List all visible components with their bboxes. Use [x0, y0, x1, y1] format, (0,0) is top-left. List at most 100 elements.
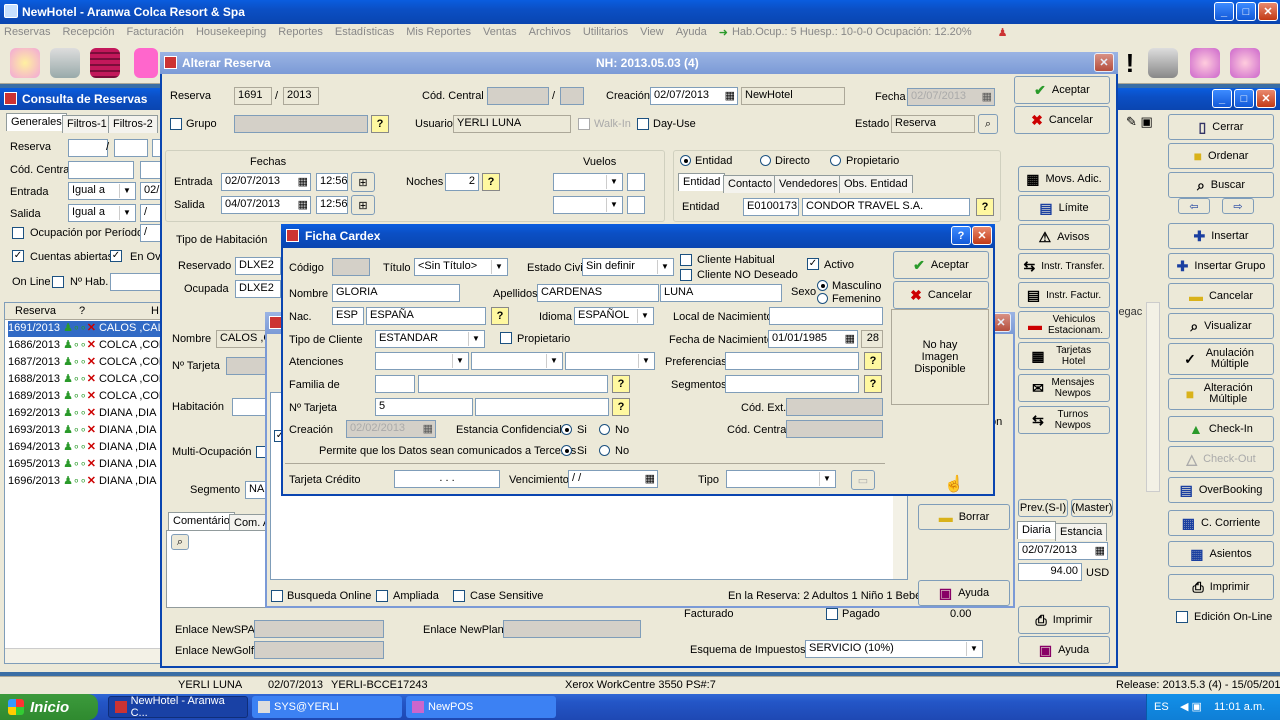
- salida-date[interactable]: 04/07/2013 ▦: [221, 196, 311, 214]
- asientos-button[interactable]: ▦ Asientos: [1168, 541, 1274, 567]
- menu-housekeeping[interactable]: Housekeeping: [196, 26, 266, 40]
- vuelo-entrada-select[interactable]: ▼: [553, 173, 623, 191]
- diaria-value[interactable]: 94.00: [1018, 563, 1082, 581]
- menu-view[interactable]: View: [640, 26, 664, 40]
- ampliada-checkbox[interactable]: [376, 590, 388, 602]
- consulta-vscrollbar[interactable]: [1146, 302, 1160, 492]
- limite-button[interactable]: ▤ Límite: [1018, 195, 1110, 221]
- list-item[interactable]: 1694/2013 ♟∘∘✕ DIANA ,DIA: [8, 440, 160, 456]
- calendar-icon[interactable]: ▦: [1095, 544, 1105, 557]
- calendar-icon[interactable]: ▦: [845, 332, 855, 345]
- chevron-down-icon[interactable]: ▼: [638, 354, 653, 368]
- chevron-down-icon[interactable]: ▼: [452, 354, 467, 368]
- activo-checkbox[interactable]: ✓: [807, 258, 819, 270]
- calendar-icon[interactable]: ▦: [298, 198, 308, 211]
- cliente-no-deseado-checkbox[interactable]: [680, 269, 692, 281]
- chevron-down-icon[interactable]: ▼: [119, 184, 134, 198]
- creacion-date[interactable]: 02/07/2013 ▦: [650, 87, 738, 105]
- consulta-minimize-button[interactable]: _: [1212, 89, 1232, 108]
- ocupacion-checkbox[interactable]: [12, 227, 24, 239]
- overbooking-button[interactable]: ▤ OverBooking: [1168, 477, 1274, 503]
- c-corriente-button[interactable]: ▦ C. Corriente: [1168, 510, 1274, 536]
- tab-generales[interactable]: Generales: [6, 113, 67, 131]
- cancelar-reserva-button[interactable]: ▬ Cancelar: [1168, 283, 1274, 309]
- movs-adic-button[interactable]: ▦ Movs. Adic.: [1018, 166, 1110, 192]
- propietario-checkbox[interactable]: [500, 332, 512, 344]
- start-button[interactable]: Inicio: [0, 694, 98, 720]
- menu-reservas[interactable]: Reservas: [4, 26, 50, 40]
- vuelo-salida-select[interactable]: ▼: [553, 196, 623, 214]
- calendar-icon[interactable]: ▦: [645, 472, 655, 485]
- segmentos-input[interactable]: [725, 375, 859, 393]
- entrada-date[interactable]: 02/07/2013 ▦: [221, 173, 311, 191]
- close-button[interactable]: ✕: [1258, 2, 1278, 21]
- chevron-down-icon[interactable]: ▼: [606, 198, 621, 212]
- list-item[interactable]: 1686/2013 ♟∘∘✕ COLCA ,COL: [8, 338, 160, 354]
- salida-time[interactable]: 12:56: [316, 196, 348, 214]
- chevron-down-icon[interactable]: ▼: [491, 260, 506, 274]
- list-item[interactable]: 1688/2013 ♟∘∘✕ COLCA ,COL: [8, 372, 160, 388]
- col-reserva[interactable]: Reserva: [15, 305, 56, 317]
- entidad-help-icon[interactable]: ?: [976, 198, 994, 216]
- estancia-conf-si-radio[interactable]: [561, 424, 572, 435]
- femenino-radio[interactable]: [817, 293, 828, 304]
- person-pink-icon[interactable]: [1190, 48, 1220, 78]
- anulacion-multiple-button[interactable]: ✓ Anulación Múltiple: [1168, 343, 1274, 375]
- col-q[interactable]: ?: [79, 305, 85, 317]
- consulta-maximize-button[interactable]: □: [1234, 89, 1254, 108]
- calendar-icon[interactable]: ▦: [725, 89, 735, 102]
- next-arrow-button[interactable]: ⇨: [1222, 198, 1254, 214]
- ordenar-button[interactable]: ■ Ordenar: [1168, 143, 1274, 169]
- vencimiento-date[interactable]: / / ▦: [568, 470, 658, 488]
- grupo-help-icon[interactable]: ?: [371, 115, 389, 133]
- menu-utilitarios[interactable]: Utilitarios: [583, 26, 628, 40]
- insertar-button[interactable]: ✚ Insertar: [1168, 223, 1274, 249]
- menu-facturacion[interactable]: Facturación: [126, 26, 183, 40]
- list-hscrollbar[interactable]: [5, 648, 161, 663]
- ocupada-value[interactable]: DLXE2: [235, 280, 281, 298]
- alterar-ayuda-button[interactable]: ▣ Ayuda: [1018, 636, 1110, 664]
- directo-radio[interactable]: [760, 155, 771, 166]
- chevron-down-icon[interactable]: ▼: [468, 332, 483, 346]
- prev-si-button[interactable]: Prev.(S-I): [1018, 499, 1068, 517]
- permite-no-radio[interactable]: [599, 445, 610, 456]
- list-item[interactable]: 1687/2013 ♟∘∘✕ COLCA ,COL: [8, 355, 160, 371]
- diaria-date[interactable]: 02/07/2013 ▦: [1018, 542, 1108, 560]
- busqueda-online-checkbox[interactable]: [271, 590, 283, 602]
- atenciones-select-1[interactable]: ▼: [375, 352, 469, 370]
- maximize-button[interactable]: □: [1236, 2, 1256, 21]
- fecha-nac-date[interactable]: 01/01/1985 ▦: [768, 330, 858, 348]
- check-in-button[interactable]: ▲ Check-In: [1168, 416, 1274, 442]
- consulta-entrada-select[interactable]: Igual a ▼: [68, 182, 136, 200]
- ntarjeta-help-icon[interactable]: ?: [612, 398, 630, 416]
- tray-icons[interactable]: ◀ ▣: [1180, 700, 1202, 713]
- building-icon[interactable]: [90, 48, 120, 78]
- taskbar-item-newhotel[interactable]: NewHotel - Aranwa C...: [108, 695, 248, 719]
- menu-estadisticas[interactable]: Estadísticas: [335, 26, 394, 40]
- minimize-button[interactable]: _: [1214, 2, 1234, 21]
- consulta-salida-select[interactable]: Igual a ▼: [68, 204, 136, 222]
- local-nac-input[interactable]: [769, 307, 883, 325]
- tab-contacto[interactable]: Contacto: [723, 175, 778, 193]
- atenciones-select-2[interactable]: ▼: [471, 352, 563, 370]
- instr-factur-button[interactable]: ▤ Instr. Factur.: [1018, 282, 1110, 308]
- nac-help-icon[interactable]: ?: [491, 307, 509, 325]
- tab-filtros-1[interactable]: Filtros-1: [62, 115, 112, 133]
- menu-ventas[interactable]: Ventas: [483, 26, 517, 40]
- tab-obs-entidad[interactable]: Obs. Entidad: [839, 175, 913, 193]
- person-pink2-icon[interactable]: [1230, 48, 1260, 78]
- chevron-down-icon[interactable]: ▼: [819, 472, 834, 486]
- consulta-cod-central-input[interactable]: [68, 161, 134, 179]
- entidad-code[interactable]: E0100173: [743, 198, 799, 216]
- insertar-grupo-button[interactable]: ✚ Insertar Grupo: [1168, 253, 1274, 279]
- grupo-checkbox[interactable]: [170, 118, 182, 130]
- toolbar-small-icons[interactable]: ✎ ▣: [1126, 114, 1153, 130]
- case-sensitive-checkbox[interactable]: [453, 590, 465, 602]
- avisos-button[interactable]: ⚠ Avisos: [1018, 224, 1110, 250]
- language-indicator[interactable]: ES: [1154, 701, 1169, 713]
- tipo-cliente-select[interactable]: ESTANDAR ▼: [375, 330, 485, 348]
- chevron-down-icon[interactable]: ▼: [546, 354, 561, 368]
- cod-central2-input[interactable]: [560, 87, 584, 105]
- chevron-down-icon[interactable]: ▼: [119, 206, 134, 220]
- vehiculos-button[interactable]: ▬ Vehiculos Estacionam.: [1018, 311, 1110, 339]
